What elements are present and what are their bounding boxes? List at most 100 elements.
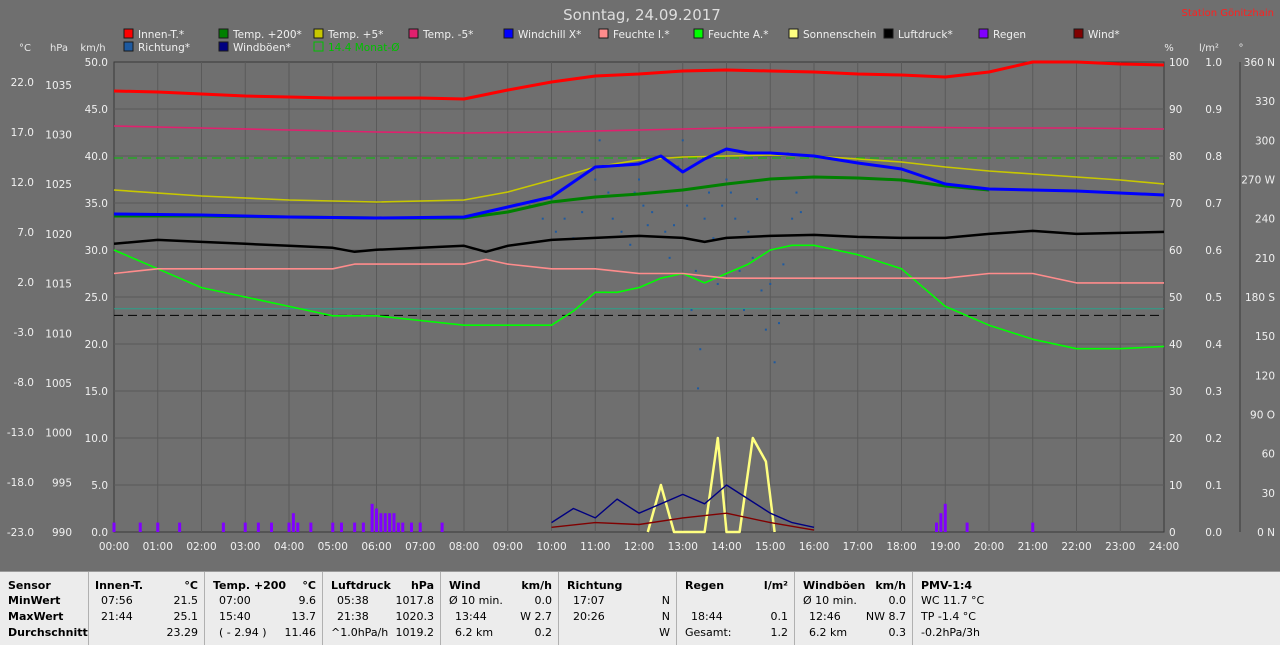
pressure-tick-label: 990 — [52, 527, 72, 539]
direction-max: N — [661, 610, 670, 623]
humidity-tick-label: 50 — [1169, 292, 1182, 304]
legend-label: Richtung* — [138, 42, 190, 54]
direction-avg: W — [659, 626, 670, 639]
direction-point — [716, 282, 719, 285]
direction-point — [646, 224, 649, 227]
humidity-tick-label: 100 — [1169, 57, 1189, 69]
innen-min: 21.5 — [173, 594, 199, 607]
wind-tick-label: 35.0 — [85, 198, 108, 210]
rain-bar — [401, 522, 405, 532]
humidity-axis-unit: % — [1164, 43, 1174, 54]
x-tick-label: 07:00 — [405, 541, 435, 553]
legend-label: Regen — [993, 29, 1026, 41]
humidity-tick-label: 70 — [1169, 198, 1182, 210]
rain-tick-label: 0.1 — [1205, 480, 1222, 492]
humidity-tick-label: 90 — [1169, 104, 1182, 116]
direction-point — [620, 230, 623, 233]
rain-max-time: 18:44 — [691, 610, 723, 623]
direction-tick-label: 180 S — [1245, 292, 1275, 304]
pressure-title: Luftdruck — [331, 579, 391, 592]
direction-point — [563, 217, 566, 220]
direction-column: Richtung 17:07 N 20:26 N W — [558, 572, 676, 645]
pressure-max: 1020.3 — [395, 610, 435, 623]
x-tick-label: 13:00 — [668, 541, 698, 553]
pressure-tick-label: 1025 — [45, 179, 72, 191]
wind-distance: 6.2 km — [455, 626, 494, 639]
direction-point — [607, 191, 610, 194]
legend-swatch — [503, 28, 514, 39]
x-tick-label: 23:00 — [1105, 541, 1135, 553]
temp-tick-label: -23.0 — [7, 527, 34, 539]
rain-bar — [291, 513, 295, 532]
station-name: Station Gönitzhain — [1182, 8, 1274, 19]
legend-swatch — [598, 28, 609, 39]
x-tick-label: 15:00 — [755, 541, 785, 553]
humidity-tick-label: 0 — [1169, 527, 1176, 539]
pressure-trend: ^1.0hPa/h — [331, 626, 389, 639]
rain-title: Regen — [685, 579, 725, 592]
gusts-title: Windböen — [803, 579, 866, 592]
temp-tick-label: -8.0 — [14, 377, 35, 389]
x-tick-label: 17:00 — [843, 541, 873, 553]
direction-point — [594, 178, 597, 181]
rain-bar — [178, 522, 182, 532]
humidity-tick-label: 20 — [1169, 433, 1182, 445]
direction-tick-label: 300 — [1255, 135, 1275, 147]
rain-bar — [256, 522, 260, 532]
direction-point — [703, 217, 706, 220]
direction-min: N — [661, 594, 670, 607]
wind-tick-label: 25.0 — [85, 292, 108, 304]
legend-label: Feuchte A.* — [708, 29, 769, 41]
humidity-tick-label: 30 — [1169, 386, 1182, 398]
rain-tick-label: 1.0 — [1205, 57, 1222, 69]
gusts-max-time: 12:46 — [809, 610, 841, 623]
temp-tick-label: 2.0 — [17, 277, 34, 289]
direction-point — [708, 191, 710, 194]
rain-bar — [375, 508, 378, 532]
x-tick-label: 16:00 — [799, 541, 829, 553]
legend-label: Windchill X* — [518, 29, 581, 41]
humidity-tick-label: 10 — [1169, 480, 1182, 492]
temp200-avg: 11.46 — [284, 626, 317, 639]
x-tick-label: 00:00 — [99, 541, 129, 553]
direction-point — [664, 230, 667, 233]
direction-min-time: 17:07 — [573, 594, 605, 607]
direction-point — [598, 139, 601, 142]
rain-tick-label: 0.2 — [1205, 433, 1222, 445]
gusts-min-label: Ø 10 min. — [803, 594, 857, 607]
rain-bar — [287, 522, 291, 532]
rain-bar — [383, 513, 387, 532]
x-tick-label: 18:00 — [886, 541, 916, 553]
pressure-column: Luftdruck hPa 05:38 1017.8 21:38 1020.3 … — [322, 572, 440, 645]
legend-swatch — [1073, 28, 1084, 39]
innen-temp-column: Innen-T. °C 07:56 21.5 21:44 25.1 23.29 — [88, 572, 204, 645]
temp-tick-label: 12.0 — [11, 177, 34, 189]
temp200-avg-note: ( - 2.94 ) — [219, 626, 267, 639]
rain-bar — [361, 522, 365, 532]
rain-tick-label: 0.5 — [1205, 292, 1222, 304]
rain-total-label: Gesamt: — [685, 626, 732, 639]
temp-tick-label: 17.0 — [11, 127, 34, 139]
wind-avg: 0.2 — [534, 626, 553, 639]
rain-tick-label: 0.4 — [1205, 339, 1222, 351]
legend-label: Temp. +5* — [327, 29, 383, 41]
rain-axis-unit: l/m² — [1199, 43, 1219, 54]
temp200-title: Temp. +200 — [213, 579, 287, 592]
direction-tick-label: 330 — [1255, 96, 1275, 108]
rain-max: 0.1 — [770, 610, 789, 623]
wind-column: Wind km/h Ø 10 min. 0.0 13:44 W 2.7 6.2 … — [440, 572, 558, 645]
pressure-tick-label: 1000 — [45, 428, 72, 440]
pmv-title: PMV-1:4 — [921, 579, 972, 592]
rain-bar — [410, 522, 413, 532]
direction-max-time: 20:26 — [573, 610, 605, 623]
wind-tick-label: 10.0 — [85, 433, 108, 445]
pressure-tick-label: 1020 — [45, 229, 72, 241]
direction-point — [729, 191, 732, 194]
pressure-tick-label: 1030 — [45, 130, 72, 142]
x-tick-label: 08:00 — [449, 541, 479, 553]
direction-tick-label: 60 — [1262, 449, 1275, 461]
wind-min-label: Ø 10 min. — [449, 594, 503, 607]
x-tick-label: 01:00 — [143, 541, 173, 553]
direction-point — [699, 348, 702, 351]
x-tick-label: 24:00 — [1149, 541, 1179, 553]
